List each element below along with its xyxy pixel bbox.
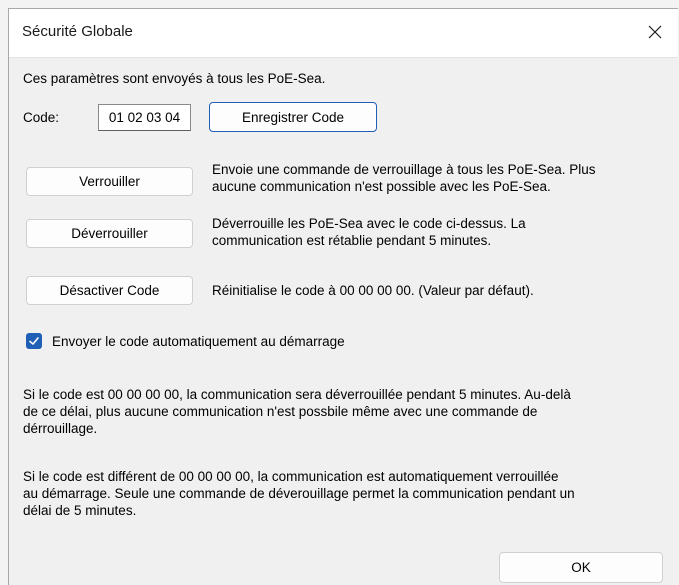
info-paragraph-1-line1: Si le code est 00 00 00 00, la communica… — [23, 387, 571, 402]
unlock-description: Déverrouille les PoE-Sea avec le code ci… — [212, 215, 526, 249]
close-button[interactable] — [632, 9, 678, 54]
title-bar: Sécurité Globale — [9, 9, 678, 58]
disable-code-description: Réinitialise le code à 00 00 00 00. (Val… — [212, 282, 534, 299]
ok-button[interactable]: OK — [499, 552, 663, 583]
dialog-content: Ces paramètres sont envoyés à tous les P… — [9, 58, 678, 585]
info-paragraph-1-line3: dérrouillage. — [23, 421, 98, 436]
info-paragraph-1-line2: de ce délai, plus aucune communication n… — [23, 404, 538, 419]
code-input[interactable] — [98, 104, 191, 131]
info-paragraph-2-line2: au démarrage. Seule une commande de déve… — [23, 486, 575, 501]
close-icon — [648, 25, 662, 38]
dialog-window: Sécurité Globale Ces paramètres sont env… — [8, 8, 678, 585]
info-paragraph-2-line3: délai de 5 minutes. — [23, 503, 137, 518]
unlock-description-line2: communication est rétablie pendant 5 min… — [212, 233, 492, 248]
info-paragraph-2-line1: Si le code est différent de 00 00 00 00,… — [23, 469, 559, 484]
disable-code-description-line1: Réinitialise le code à 00 00 00 00. (Val… — [212, 283, 534, 298]
auto-send-label: Envoyer le code automatiquement au démar… — [52, 334, 345, 349]
lock-button[interactable]: Verrouiller — [26, 167, 193, 196]
intro-text: Ces paramètres sont envoyés à tous les P… — [23, 71, 326, 86]
window-title: Sécurité Globale — [22, 23, 133, 40]
auto-send-checkbox[interactable] — [26, 333, 42, 349]
checkmark-icon — [29, 337, 39, 345]
lock-description-line2: aucune communication n'est possible avec… — [212, 179, 551, 194]
save-code-button[interactable]: Enregistrer Code — [209, 102, 377, 132]
code-label: Code: — [23, 110, 60, 125]
lock-description-line1: Envoie une commande de verrouillage à to… — [212, 162, 596, 177]
unlock-description-line1: Déverrouille les PoE-Sea avec le code ci… — [212, 216, 526, 231]
info-paragraph-2: Si le code est différent de 00 00 00 00,… — [23, 468, 575, 519]
lock-description: Envoie une commande de verrouillage à to… — [212, 161, 595, 195]
unlock-button[interactable]: Déverrouiller — [26, 219, 193, 248]
info-paragraph-1: Si le code est 00 00 00 00, la communica… — [23, 386, 571, 437]
disable-code-button[interactable]: Désactiver Code — [26, 276, 193, 305]
